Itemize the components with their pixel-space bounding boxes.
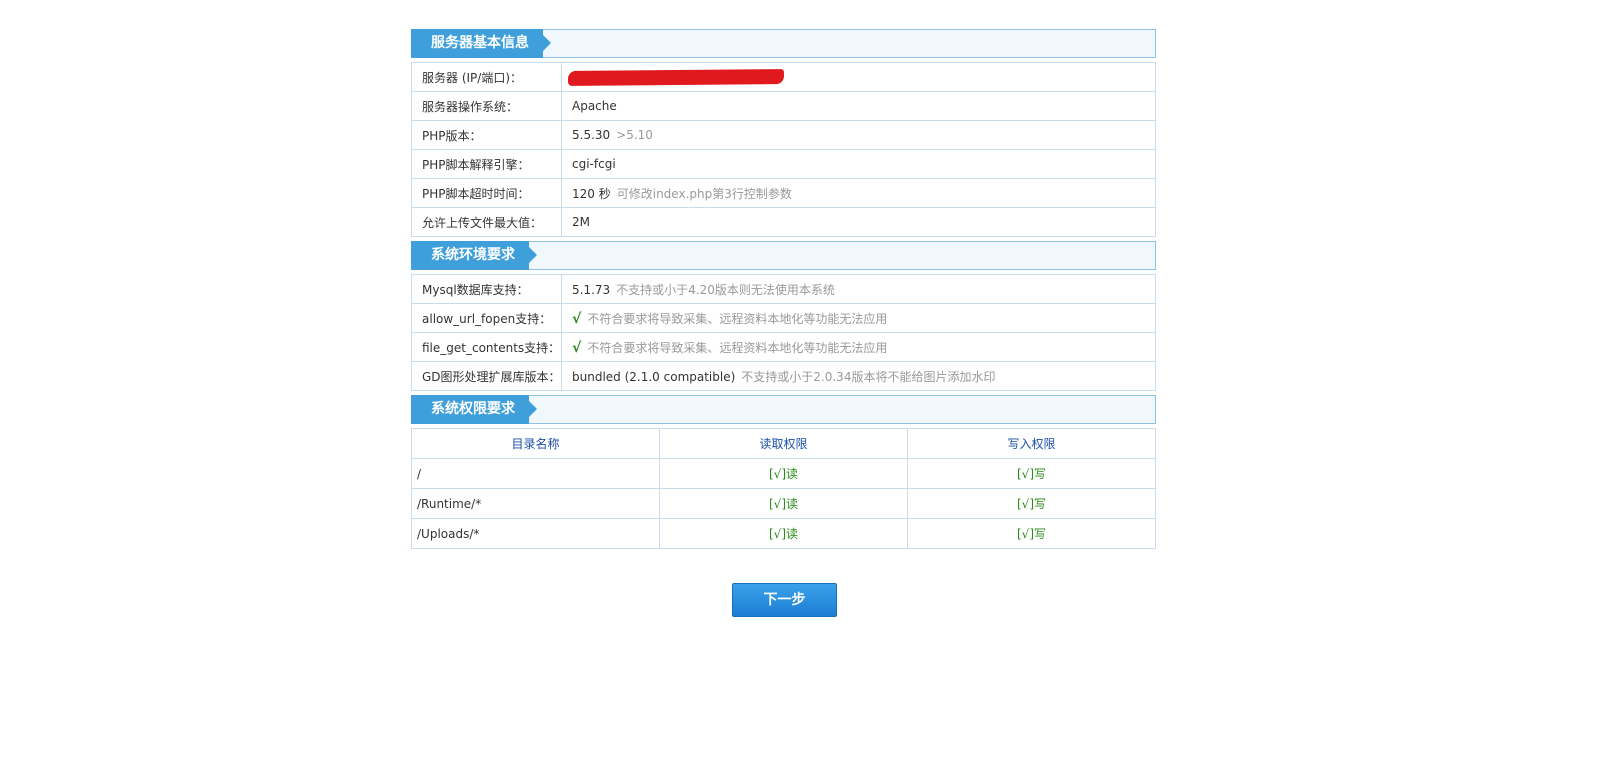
next-step-button[interactable]: 下一步: [732, 583, 837, 617]
row-label: PHP脚本解释引擎：: [411, 149, 562, 179]
row-value-cell: 5.5.30 >5.10: [561, 120, 1156, 150]
dir-name: /Uploads/*: [411, 518, 660, 549]
row-value: bundled (2.1.0 compatible): [572, 369, 736, 384]
row-value-cell: √ 不符合要求将导致采集、远程资料本地化等功能无法应用: [561, 332, 1156, 362]
env-table: Mysql数据库支持： 5.1.73 不支持或小于4.20版本则无法使用本系统 a…: [411, 274, 1156, 391]
row-value: 5.5.30: [572, 128, 611, 142]
row-label: allow_url_fopen支持：: [411, 303, 562, 333]
section-title-basic: 服务器基本信息: [411, 29, 551, 58]
table-row: allow_url_fopen支持： √ 不符合要求将导致采集、远程资料本地化等功…: [411, 303, 1156, 333]
row-value: 2M: [561, 207, 1156, 237]
row-note: 不支持或小于4.20版本则无法使用本系统: [616, 282, 835, 297]
row-value: 120 秒: [572, 186, 611, 201]
read-permission: [√]读: [659, 488, 908, 519]
install-check-panel: 服务器基本信息 服务器 (IP/端口)： 服务器操作系统： Apache PHP…: [411, 29, 1156, 549]
section-header-env: 系统环境要求: [411, 241, 1156, 270]
basic-info-table: 服务器 (IP/端口)： 服务器操作系统： Apache PHP版本： 5.5.…: [411, 62, 1156, 237]
table-row: Mysql数据库支持： 5.1.73 不支持或小于4.20版本则无法使用本系统: [411, 274, 1156, 304]
section-header-basic: 服务器基本信息: [411, 29, 1156, 58]
row-label: PHP脚本超时时间：: [411, 178, 562, 208]
check-mark-icon: √: [572, 339, 582, 356]
row-label: GD图形处理扩展库版本：: [411, 361, 562, 391]
column-header-dir: 目录名称: [411, 428, 660, 459]
dir-name: /Runtime/*: [411, 488, 660, 519]
read-permission: [√]读: [659, 458, 908, 489]
row-label: file_get_contents支持：: [411, 332, 562, 362]
table-row: 服务器操作系统： Apache: [411, 91, 1156, 121]
table-row: PHP脚本解释引擎： cgi-fcgi: [411, 149, 1156, 179]
dir-name: /: [411, 458, 660, 489]
row-value-cell: 120 秒可修改index.php第3行控制参数: [561, 178, 1156, 208]
row-label: Mysql数据库支持：: [411, 274, 562, 304]
table-row: 允许上传文件最大值： 2M: [411, 207, 1156, 237]
check-mark-icon: √: [572, 310, 582, 327]
read-permission: [√]读: [659, 518, 908, 549]
section-title-perm: 系统权限要求: [411, 395, 537, 424]
row-label: 服务器操作系统：: [411, 91, 562, 121]
column-header-write: 写入权限: [907, 428, 1156, 459]
row-label: 服务器 (IP/端口)：: [411, 62, 562, 92]
table-row: / [√]读 [√]写: [411, 458, 1156, 489]
section-title-env: 系统环境要求: [411, 241, 537, 270]
redaction-mark: [567, 68, 785, 86]
table-row: PHP版本： 5.5.30 >5.10: [411, 120, 1156, 150]
row-label: PHP版本：: [411, 120, 562, 150]
write-permission: [√]写: [907, 458, 1156, 489]
row-value: Apache: [561, 91, 1156, 121]
table-row: PHP脚本超时时间： 120 秒可修改index.php第3行控制参数: [411, 178, 1156, 208]
section-header-perm: 系统权限要求: [411, 395, 1156, 424]
table-row: file_get_contents支持： √ 不符合要求将导致采集、远程资料本地化…: [411, 332, 1156, 362]
row-value-cell: bundled (2.1.0 compatible) 不支持或小于2.0.34版本…: [561, 361, 1156, 391]
permission-table: 目录名称 读取权限 写入权限 / [√]读 [√]写 /Runtime/* [√…: [411, 428, 1156, 549]
table-header-row: 目录名称 读取权限 写入权限: [411, 428, 1156, 459]
row-note: 不符合要求将导致采集、远程资料本地化等功能无法应用: [587, 340, 888, 355]
row-value: 5.1.73: [572, 282, 611, 297]
row-note: 不符合要求将导致采集、远程资料本地化等功能无法应用: [587, 311, 888, 326]
column-header-read: 读取权限: [659, 428, 908, 459]
server-ip-value: [561, 62, 1156, 92]
table-row: 服务器 (IP/端口)：: [411, 62, 1156, 92]
row-value-cell: √ 不符合要求将导致采集、远程资料本地化等功能无法应用: [561, 303, 1156, 333]
table-row: /Uploads/* [√]读 [√]写: [411, 518, 1156, 549]
table-row: /Runtime/* [√]读 [√]写: [411, 488, 1156, 519]
write-permission: [√]写: [907, 518, 1156, 549]
row-label: 允许上传文件最大值：: [411, 207, 562, 237]
row-note: >5.10: [616, 128, 653, 142]
row-note: 可修改index.php第3行控制参数: [616, 186, 792, 201]
row-value-cell: 5.1.73 不支持或小于4.20版本则无法使用本系统: [561, 274, 1156, 304]
write-permission: [√]写: [907, 488, 1156, 519]
row-value: cgi-fcgi: [561, 149, 1156, 179]
row-note: 不支持或小于2.0.34版本将不能给图片添加水印: [741, 369, 996, 384]
table-row: GD图形处理扩展库版本： bundled (2.1.0 compatible) 不…: [411, 361, 1156, 391]
